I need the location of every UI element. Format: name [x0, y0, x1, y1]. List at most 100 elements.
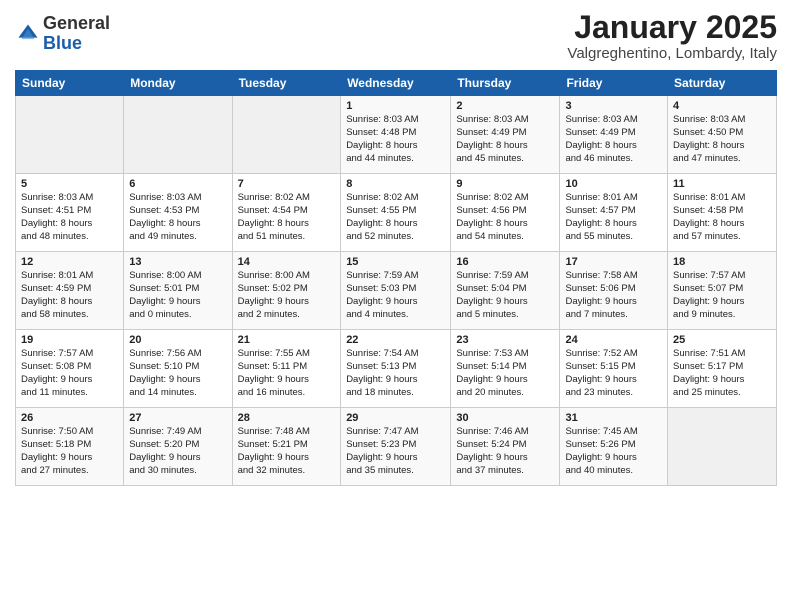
day-info: Sunrise: 8:01 AM Sunset: 4:57 PM Dayligh… [565, 192, 662, 243]
calendar: SundayMondayTuesdayWednesdayThursdayFrid… [15, 70, 777, 486]
day-number: 24 [565, 334, 662, 346]
logo: General Blue [15, 14, 110, 54]
calendar-cell: 25Sunrise: 7:51 AM Sunset: 5:17 PM Dayli… [668, 330, 777, 408]
day-number: 21 [238, 334, 336, 346]
calendar-cell [232, 96, 341, 174]
calendar-cell: 14 Sunrise: 8:00 AM Sunset: 5:02 PM Dayli… [232, 252, 341, 330]
calendar-week-4: 19 Sunrise: 7:57 AM Sunset: 5:08 PM Dayli… [16, 330, 777, 408]
calendar-cell: 3Sunrise: 8:03 AM Sunset: 4:49 PM Daylig… [560, 96, 668, 174]
day-number: 5 [21, 178, 118, 190]
day-info: Sunrise: 7:57 AM Sunset: 5:07 PM Dayligh… [673, 270, 771, 321]
day-number: 1 [346, 100, 445, 112]
calendar-cell: 2 Sunrise: 8:03 AM Sunset: 4:49 PM Daylig… [451, 96, 560, 174]
calendar-cell: 4 Sunrise: 8:03 AM Sunset: 4:50 PM Daylig… [668, 96, 777, 174]
weekday-friday: Friday [560, 71, 668, 96]
logo-icon [17, 23, 39, 45]
day-info: Sunrise: 7:50 AM Sunset: 5:18 PM Dayligh… [21, 426, 118, 477]
day-number: 25 [673, 334, 771, 346]
weekday-saturday: Saturday [668, 71, 777, 96]
calendar-week-3: 12Sunrise: 8:01 AM Sunset: 4:59 PM Dayli… [16, 252, 777, 330]
day-info: Sunrise: 8:03 AM Sunset: 4:48 PM Dayligh… [346, 114, 445, 165]
day-number: 2 [456, 100, 554, 112]
weekday-thursday: Thursday [451, 71, 560, 96]
calendar-cell: 19 Sunrise: 7:57 AM Sunset: 5:08 PM Dayli… [16, 330, 124, 408]
day-number: 11 [673, 178, 771, 190]
calendar-cell: 9 Sunrise: 8:02 AM Sunset: 4:56 PM Daylig… [451, 174, 560, 252]
day-info: Sunrise: 8:03 AM Sunset: 4:49 PM Dayligh… [456, 114, 554, 165]
day-number: 6 [129, 178, 226, 190]
calendar-cell: 18Sunrise: 7:57 AM Sunset: 5:07 PM Dayli… [668, 252, 777, 330]
day-info: Sunrise: 7:45 AM Sunset: 5:26 PM Dayligh… [565, 426, 662, 477]
weekday-header-row: SundayMondayTuesdayWednesdayThursdayFrid… [16, 71, 777, 96]
calendar-cell: 13Sunrise: 8:00 AM Sunset: 5:01 PM Dayli… [124, 252, 232, 330]
page: General Blue January 2025 Valgreghentino… [0, 0, 792, 612]
calendar-week-1: 1 Sunrise: 8:03 AM Sunset: 4:48 PM Daylig… [16, 96, 777, 174]
day-info: Sunrise: 7:52 AM Sunset: 5:15 PM Dayligh… [565, 348, 662, 399]
day-number: 22 [346, 334, 445, 346]
calendar-cell: 27 Sunrise: 7:49 AM Sunset: 5:20 PM Dayli… [124, 408, 232, 486]
weekday-monday: Monday [124, 71, 232, 96]
calendar-cell: 29Sunrise: 7:47 AM Sunset: 5:23 PM Dayli… [341, 408, 451, 486]
day-info: Sunrise: 7:48 AM Sunset: 5:21 PM Dayligh… [238, 426, 336, 477]
calendar-cell: 23 Sunrise: 7:53 AM Sunset: 5:14 PM Dayli… [451, 330, 560, 408]
calendar-cell: 24 Sunrise: 7:52 AM Sunset: 5:15 PM Dayli… [560, 330, 668, 408]
title-block: January 2025 Valgreghentino, Lombardy, I… [567, 10, 777, 62]
day-info: Sunrise: 8:02 AM Sunset: 4:56 PM Dayligh… [456, 192, 554, 243]
day-info: Sunrise: 7:53 AM Sunset: 5:14 PM Dayligh… [456, 348, 554, 399]
calendar-cell [124, 96, 232, 174]
day-info: Sunrise: 7:56 AM Sunset: 5:10 PM Dayligh… [129, 348, 226, 399]
day-info: Sunrise: 7:49 AM Sunset: 5:20 PM Dayligh… [129, 426, 226, 477]
day-info: Sunrise: 8:02 AM Sunset: 4:55 PM Dayligh… [346, 192, 445, 243]
weekday-sunday: Sunday [16, 71, 124, 96]
calendar-cell: 6Sunrise: 8:03 AM Sunset: 4:53 PM Daylig… [124, 174, 232, 252]
day-number: 8 [346, 178, 445, 190]
day-info: Sunrise: 8:00 AM Sunset: 5:01 PM Dayligh… [129, 270, 226, 321]
day-info: Sunrise: 7:57 AM Sunset: 5:08 PM Dayligh… [21, 348, 118, 399]
calendar-week-5: 26 Sunrise: 7:50 AM Sunset: 5:18 PM Dayli… [16, 408, 777, 486]
calendar-cell: 26 Sunrise: 7:50 AM Sunset: 5:18 PM Dayli… [16, 408, 124, 486]
month-title: January 2025 [567, 10, 777, 45]
day-number: 4 [673, 100, 771, 112]
day-number: 14 [238, 256, 336, 268]
calendar-cell: 16Sunrise: 7:59 AM Sunset: 5:04 PM Dayli… [451, 252, 560, 330]
calendar-cell [668, 408, 777, 486]
day-info: Sunrise: 7:59 AM Sunset: 5:03 PM Dayligh… [346, 270, 445, 321]
day-number: 9 [456, 178, 554, 190]
day-number: 31 [565, 412, 662, 424]
calendar-cell: 8 Sunrise: 8:02 AM Sunset: 4:55 PM Daylig… [341, 174, 451, 252]
calendar-cell: 30Sunrise: 7:46 AM Sunset: 5:24 PM Dayli… [451, 408, 560, 486]
calendar-cell: 12Sunrise: 8:01 AM Sunset: 4:59 PM Dayli… [16, 252, 124, 330]
day-number: 7 [238, 178, 336, 190]
calendar-cell: 15 Sunrise: 7:59 AM Sunset: 5:03 PM Dayli… [341, 252, 451, 330]
day-number: 26 [21, 412, 118, 424]
calendar-cell: 7 Sunrise: 8:02 AM Sunset: 4:54 PM Daylig… [232, 174, 341, 252]
day-number: 28 [238, 412, 336, 424]
calendar-cell: 17 Sunrise: 7:58 AM Sunset: 5:06 PM Dayli… [560, 252, 668, 330]
calendar-cell: 22Sunrise: 7:54 AM Sunset: 5:13 PM Dayli… [341, 330, 451, 408]
calendar-cell: 31 Sunrise: 7:45 AM Sunset: 5:26 PM Dayli… [560, 408, 668, 486]
logo-general-text: General [43, 13, 110, 33]
day-info: Sunrise: 8:01 AM Sunset: 4:58 PM Dayligh… [673, 192, 771, 243]
weekday-wednesday: Wednesday [341, 71, 451, 96]
day-number: 30 [456, 412, 554, 424]
weekday-tuesday: Tuesday [232, 71, 341, 96]
day-info: Sunrise: 8:00 AM Sunset: 5:02 PM Dayligh… [238, 270, 336, 321]
day-info: Sunrise: 8:02 AM Sunset: 4:54 PM Dayligh… [238, 192, 336, 243]
calendar-week-2: 5 Sunrise: 8:03 AM Sunset: 4:51 PM Daylig… [16, 174, 777, 252]
calendar-cell: 10Sunrise: 8:01 AM Sunset: 4:57 PM Dayli… [560, 174, 668, 252]
day-number: 17 [565, 256, 662, 268]
header: General Blue January 2025 Valgreghentino… [15, 10, 777, 62]
day-number: 27 [129, 412, 226, 424]
day-info: Sunrise: 7:59 AM Sunset: 5:04 PM Dayligh… [456, 270, 554, 321]
day-number: 19 [21, 334, 118, 346]
day-number: 15 [346, 256, 445, 268]
calendar-cell: 21Sunrise: 7:55 AM Sunset: 5:11 PM Dayli… [232, 330, 341, 408]
day-number: 29 [346, 412, 445, 424]
calendar-cell: 28 Sunrise: 7:48 AM Sunset: 5:21 PM Dayli… [232, 408, 341, 486]
day-info: Sunrise: 7:58 AM Sunset: 5:06 PM Dayligh… [565, 270, 662, 321]
day-info: Sunrise: 8:03 AM Sunset: 4:50 PM Dayligh… [673, 114, 771, 165]
day-info: Sunrise: 8:03 AM Sunset: 4:51 PM Dayligh… [21, 192, 118, 243]
day-number: 23 [456, 334, 554, 346]
calendar-cell: 1 Sunrise: 8:03 AM Sunset: 4:48 PM Daylig… [341, 96, 451, 174]
day-number: 3 [565, 100, 662, 112]
